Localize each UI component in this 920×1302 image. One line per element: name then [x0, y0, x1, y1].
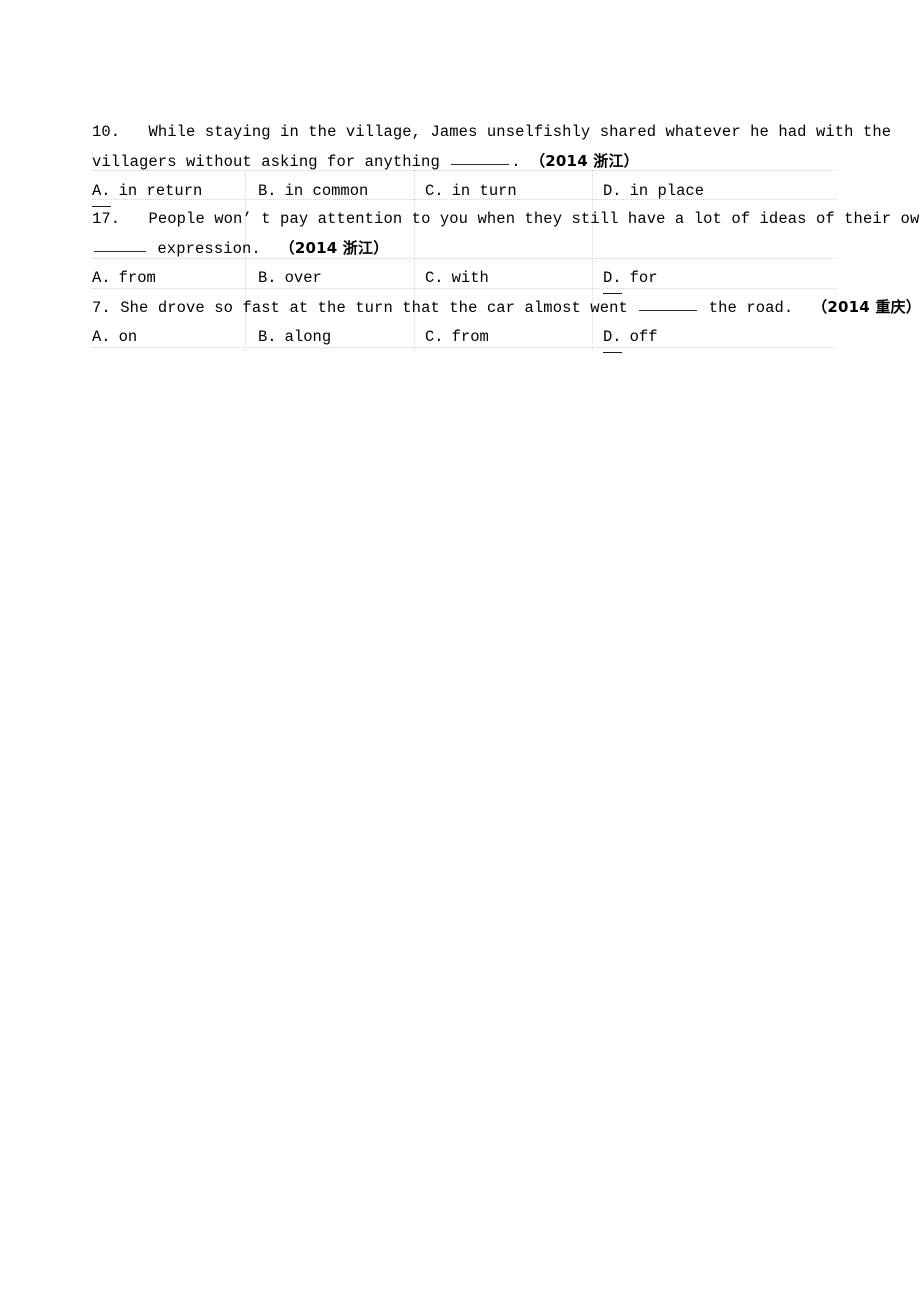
- option-letter: C.: [425, 328, 444, 346]
- option-letter: D.: [603, 323, 622, 353]
- document-page: 10. While staying in the village, James …: [0, 0, 920, 1302]
- option-letter: C.: [425, 269, 444, 287]
- question-3-answer-blank[interactable]: [639, 310, 698, 311]
- question-1-answer-blank[interactable]: [451, 164, 510, 165]
- question-3-number: 7.: [92, 299, 111, 317]
- option-text: over: [284, 269, 322, 287]
- question-2-source: （2014 浙江）: [279, 239, 389, 257]
- question-3-option-d[interactable]: D. off: [603, 323, 658, 353]
- question-1-option-b[interactable]: B. in common: [258, 177, 368, 206]
- option-text: off: [629, 328, 658, 346]
- option-letter: D.: [603, 264, 622, 294]
- question-3-source: （2014 重庆）: [812, 298, 920, 316]
- question-2-option-a[interactable]: A. from: [92, 264, 156, 293]
- question-3-option-c[interactable]: C. from: [425, 323, 489, 352]
- option-letter: B.: [258, 328, 277, 346]
- option-letter: A.: [92, 177, 111, 207]
- option-text: on: [118, 328, 138, 346]
- option-text: along: [284, 328, 332, 346]
- question-2-number: 17.: [92, 210, 121, 228]
- question-2-stem-line-2: expression. （2014 浙江）: [92, 234, 852, 264]
- question-1-option-d[interactable]: D. in place: [603, 177, 704, 206]
- option-text: in return: [118, 182, 203, 200]
- question-block-1: 10. While staying in the village, James …: [92, 118, 891, 207]
- question-3-stem-text-after: the road.: [708, 299, 794, 317]
- question-1-stem-text-2: villagers without asking for anything: [92, 153, 440, 171]
- option-letter: B.: [258, 182, 277, 200]
- question-3-stem-line-1: 7. She drove so fast at the turn that th…: [92, 293, 920, 323]
- question-2-stem-line-1: 17. People won’ t pay attention to you w…: [92, 205, 920, 234]
- question-2-option-b[interactable]: B. over: [258, 264, 322, 293]
- option-text: from: [118, 269, 156, 287]
- question-1-stem-line-1: 10. While staying in the village, James …: [92, 118, 891, 147]
- question-2-answer-blank[interactable]: [94, 251, 146, 252]
- question-1-stem-line-2: villagers without asking for anything . …: [92, 147, 852, 177]
- question-block-2: 17. People won’ t pay attention to you w…: [92, 205, 920, 294]
- question-2-option-c[interactable]: C. with: [425, 264, 489, 293]
- question-2-stem-text-2: expression.: [157, 240, 261, 258]
- question-2-options: A. from B. over C. with D. for: [92, 264, 852, 294]
- option-letter: A.: [92, 269, 111, 287]
- question-1-number: 10.: [92, 123, 121, 141]
- option-text: with: [451, 269, 489, 287]
- question-1-options: A. in return B. in common C. in turn D. in p…: [92, 177, 852, 207]
- question-1-option-c[interactable]: C. in turn: [425, 177, 517, 206]
- question-3-option-a[interactable]: A. on: [92, 323, 137, 352]
- option-text: from: [451, 328, 489, 346]
- option-text: for: [629, 269, 658, 287]
- question-1-option-a[interactable]: A. in return: [92, 177, 202, 207]
- option-text: in turn: [451, 182, 517, 200]
- question-2-option-d[interactable]: D. for: [603, 264, 658, 294]
- question-1-source: （2014 浙江）: [530, 152, 639, 170]
- question-1-stem-text-1: While staying in the village, James unse…: [148, 123, 892, 141]
- question-1-stem-punct: .: [511, 153, 521, 171]
- option-text: in place: [629, 182, 705, 200]
- option-letter: B.: [258, 269, 277, 287]
- question-2-stem-text-1: People won’ t pay attention to you when …: [148, 210, 920, 228]
- option-letter: A.: [92, 328, 111, 346]
- option-letter: D.: [603, 182, 622, 200]
- question-3-option-b[interactable]: B. along: [258, 323, 331, 352]
- question-block-3: 7. She drove so fast at the turn that th…: [92, 293, 920, 353]
- question-3-stem-text-before: She drove so fast at the turn that the c…: [120, 299, 628, 317]
- option-letter: C.: [425, 182, 444, 200]
- question-3-options: A. on B. along C. from D. off: [92, 323, 852, 353]
- option-text: in common: [284, 182, 369, 200]
